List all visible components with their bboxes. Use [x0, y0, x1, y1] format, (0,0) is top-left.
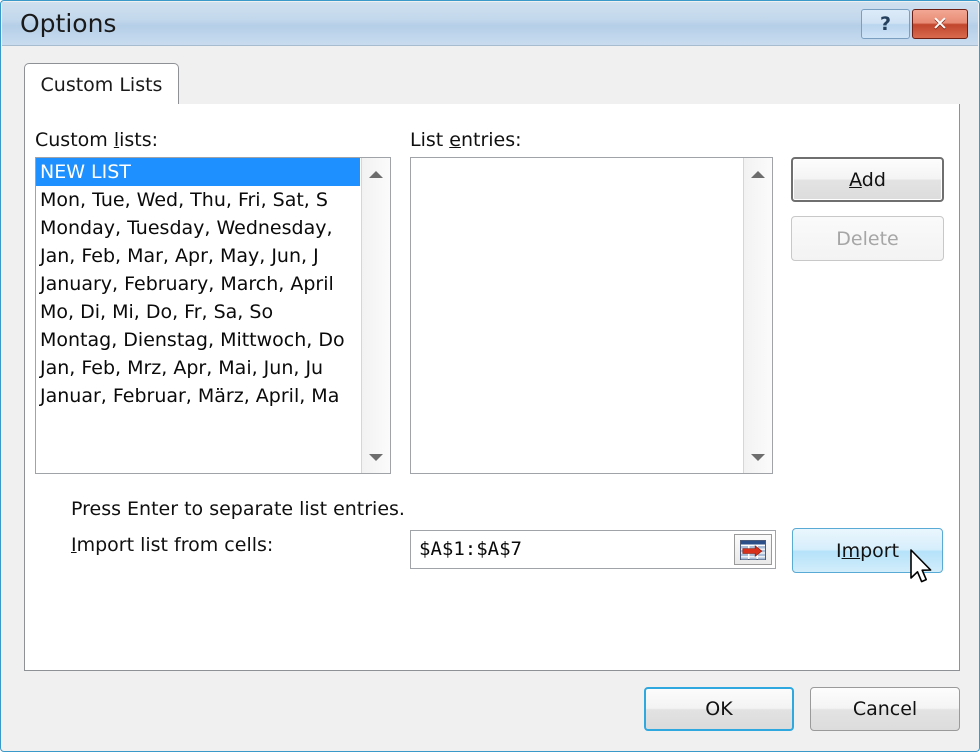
- cancel-button[interactable]: Cancel: [810, 687, 960, 731]
- list-item[interactable]: Mon, Tue, Wed, Thu, Fri, Sat, S: [36, 186, 360, 214]
- scroll-up-arrow-icon[interactable]: [744, 160, 772, 188]
- custom-lists-scrollbar[interactable]: [361, 158, 390, 473]
- list-item[interactable]: Mo, Di, Mi, Do, Fr, Sa, So: [36, 298, 360, 326]
- import-range-value[interactable]: $A$1:$A$7: [419, 538, 522, 560]
- custom-lists-items: NEW LIST Mon, Tue, Wed, Thu, Fri, Sat, S…: [36, 158, 360, 473]
- import-button[interactable]: Import: [792, 528, 943, 573]
- ok-button-label: OK: [705, 698, 733, 720]
- delete-button[interactable]: Delete: [791, 216, 944, 261]
- list-item[interactable]: Januar, Februar, März, April, Ma: [36, 382, 360, 410]
- close-x-icon: ✕: [932, 12, 948, 35]
- import-button-label: Import: [835, 539, 900, 562]
- add-button-label: Add: [849, 168, 886, 191]
- custom-lists-label: Custom lists:: [35, 129, 159, 151]
- cancel-button-label: Cancel: [852, 698, 918, 720]
- list-entries-label: List entries:: [410, 129, 522, 151]
- import-list-label: Import list from cells:: [71, 534, 274, 556]
- list-entries-content[interactable]: [411, 158, 742, 473]
- add-button[interactable]: Add: [791, 157, 944, 202]
- help-button[interactable]: ?: [861, 9, 910, 39]
- custom-lists-listbox[interactable]: NEW LIST Mon, Tue, Wed, Thu, Fri, Sat, S…: [35, 157, 391, 474]
- tab-custom-lists[interactable]: Custom Lists: [24, 63, 179, 105]
- question-mark-icon: ?: [879, 13, 892, 35]
- tab-strip: Custom Lists: [24, 63, 960, 105]
- window-title: Options: [20, 9, 117, 38]
- list-item[interactable]: Jan, Feb, Mar, Apr, May, Jun, J: [36, 242, 360, 270]
- list-item[interactable]: January, February, March, April: [36, 270, 360, 298]
- list-item[interactable]: Jan, Feb, Mrz, Apr, Mai, Jun, Ju: [36, 354, 360, 382]
- scroll-up-arrow-icon[interactable]: [362, 160, 390, 188]
- range-picker-glyph: [740, 539, 766, 560]
- scroll-down-arrow-icon[interactable]: [744, 443, 772, 471]
- list-item[interactable]: Montag, Dienstag, Mittwoch, Do: [36, 326, 360, 354]
- tab-label: Custom Lists: [40, 73, 163, 96]
- close-button[interactable]: ✕: [912, 9, 968, 39]
- import-range-input[interactable]: $A$1:$A$7: [410, 530, 776, 569]
- list-item[interactable]: NEW LIST: [36, 158, 360, 186]
- options-dialog: Options ? ✕ Custom Lists Custom lists: N…: [0, 0, 980, 752]
- press-enter-hint: Press Enter to separate list entries.: [71, 498, 405, 520]
- range-picker-icon[interactable]: [734, 534, 772, 565]
- list-entries-textarea[interactable]: [410, 157, 773, 474]
- delete-button-label: Delete: [836, 227, 899, 250]
- ok-button[interactable]: OK: [644, 687, 794, 731]
- title-bar[interactable]: Options ? ✕: [2, 2, 978, 46]
- list-item[interactable]: Monday, Tuesday, Wednesday,: [36, 214, 360, 242]
- scroll-down-arrow-icon[interactable]: [362, 443, 390, 471]
- list-entries-scrollbar[interactable]: [743, 158, 772, 473]
